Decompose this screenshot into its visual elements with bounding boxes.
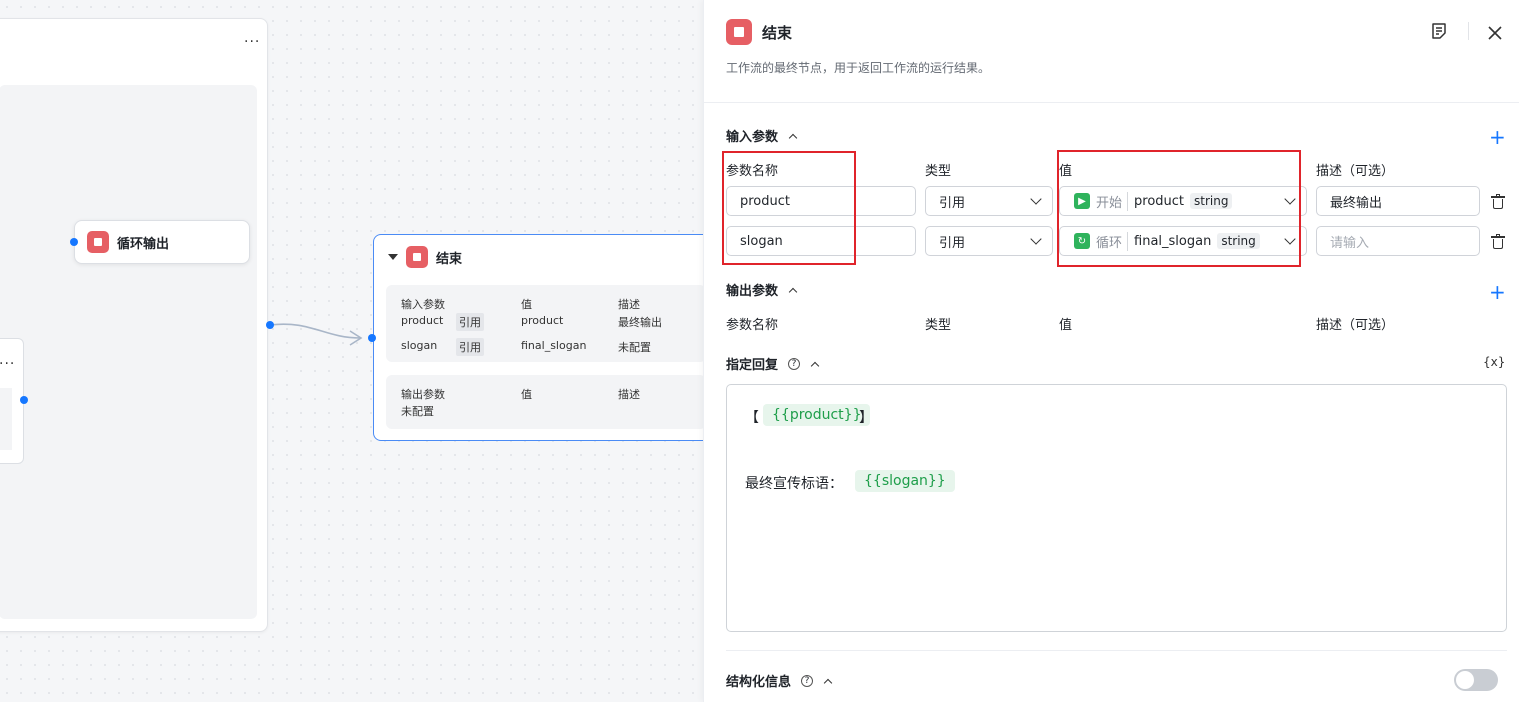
input-section-header[interactable]: 输入参数: [726, 126, 798, 145]
chevron-up-icon: [823, 678, 833, 687]
delete-icon[interactable]: [1491, 234, 1505, 249]
input-row-value: final_slogan: [521, 339, 587, 352]
loop-output-node[interactable]: 循环输出: [74, 220, 250, 264]
end-node-input-port[interactable]: [368, 334, 376, 342]
input-header-value: 值: [521, 298, 532, 311]
add-input-icon[interactable]: +: [1489, 127, 1506, 147]
col-type: 类型: [925, 318, 952, 333]
param-desc-input[interactable]: 最终输出: [1316, 186, 1480, 216]
col-type: 类型: [925, 164, 952, 179]
divider: [704, 102, 1519, 103]
structured-section-header[interactable]: 结构化信息 ?: [726, 671, 833, 690]
end-node[interactable]: 结束 输入参数 值 描述 product 引用 product 最终输出 slo…: [373, 234, 713, 441]
header-divider: [1468, 22, 1469, 40]
help-icon[interactable]: ?: [788, 357, 801, 370]
end-node-inputs: 输入参数 值 描述 product 引用 product 最终输出 slogan…: [386, 285, 706, 362]
input-row-name: product: [401, 314, 444, 327]
inner-node-body: [0, 388, 12, 450]
inner-node-output-port[interactable]: [20, 396, 28, 404]
collapse-caret-icon[interactable]: [388, 254, 398, 260]
stop-icon: [726, 19, 752, 45]
end-node-title: 结束: [436, 251, 463, 267]
bracket-close: 】: [859, 410, 873, 426]
reply-editor[interactable]: 【 {{product}} 】 最终宣传标语： {{slogan}}: [726, 384, 1507, 632]
loop-output-input-port[interactable]: [70, 238, 78, 246]
node-config-panel: 结束 工作流的最终节点，用于返回工作流的运行结果。 输入参数 + 参数名称 类型…: [703, 0, 1519, 702]
param-type-select[interactable]: 引用: [925, 186, 1053, 216]
param-type-select[interactable]: 引用: [925, 226, 1053, 256]
output-section-header[interactable]: 输出参数: [726, 280, 798, 299]
input-row-tag: 引用: [456, 338, 484, 356]
bracket-open: 【: [745, 410, 759, 426]
input-row-desc: 未配置: [618, 341, 651, 354]
delete-icon[interactable]: [1491, 194, 1505, 209]
output-header-value: 值: [521, 388, 532, 401]
param-desc-input[interactable]: 请输入: [1316, 226, 1480, 256]
chevron-up-icon: [788, 133, 798, 142]
param-type-value: 引用: [939, 195, 966, 211]
chevron-up-icon: [810, 361, 820, 370]
divider: [726, 650, 1507, 651]
variable-chip[interactable]: {{product}}: [763, 404, 871, 426]
chevron-down-icon: [1030, 193, 1042, 205]
chevron-down-icon: [1030, 233, 1042, 245]
highlight-box-value: [1057, 150, 1301, 267]
loop-node-more-icon[interactable]: ...: [244, 31, 260, 45]
reply-section-header[interactable]: 指定回复 ?: [726, 354, 820, 373]
help-icon[interactable]: ?: [801, 674, 814, 687]
end-node-outputs: 输出参数 值 描述 未配置: [386, 375, 706, 429]
add-output-icon[interactable]: +: [1489, 282, 1506, 302]
output-header-name: 输出参数: [401, 388, 445, 401]
structured-section-title: 结构化信息: [726, 675, 792, 690]
loop-body: [0, 85, 257, 619]
output-status: 未配置: [401, 405, 434, 418]
input-row-name: slogan: [401, 339, 438, 352]
chevron-up-icon: [788, 287, 798, 296]
panel-description: 工作流的最终节点，用于返回工作流的运行结果。: [726, 61, 991, 75]
loop-output-title: 循环输出: [117, 236, 170, 252]
input-section-title: 输入参数: [726, 130, 779, 145]
stop-icon: [87, 231, 109, 253]
col-desc: 描述（可选）: [1316, 164, 1395, 179]
col-param-name: 参数名称: [726, 318, 779, 333]
close-icon[interactable]: [1488, 26, 1502, 40]
stop-icon: [406, 246, 428, 268]
highlight-box-name: [722, 151, 856, 265]
input-header-desc: 描述: [618, 298, 640, 311]
reply-line-label: 最终宣传标语：: [745, 476, 843, 492]
notes-icon[interactable]: [1430, 22, 1448, 40]
input-header-name: 输入参数: [401, 298, 445, 311]
input-row-desc: 最终输出: [618, 316, 662, 329]
output-header-desc: 描述: [618, 388, 640, 401]
structured-toggle[interactable]: [1454, 669, 1498, 691]
loop-node[interactable]: ...: [0, 18, 268, 632]
panel-title: 结束: [762, 23, 793, 42]
input-row-value: product: [521, 314, 564, 327]
input-row-tag: 引用: [456, 313, 484, 331]
output-section-title: 输出参数: [726, 284, 779, 299]
param-type-value: 引用: [939, 235, 966, 251]
loop-node-output-port[interactable]: [266, 321, 274, 329]
variable-chip[interactable]: {{slogan}}: [855, 470, 955, 492]
reply-section-title: 指定回复: [726, 358, 779, 373]
col-desc: 描述（可选）: [1316, 318, 1395, 333]
inner-node-more-icon[interactable]: ...: [0, 353, 15, 367]
insert-variable-icon[interactable]: {x}: [1483, 355, 1505, 369]
col-value: 值: [1059, 318, 1073, 333]
